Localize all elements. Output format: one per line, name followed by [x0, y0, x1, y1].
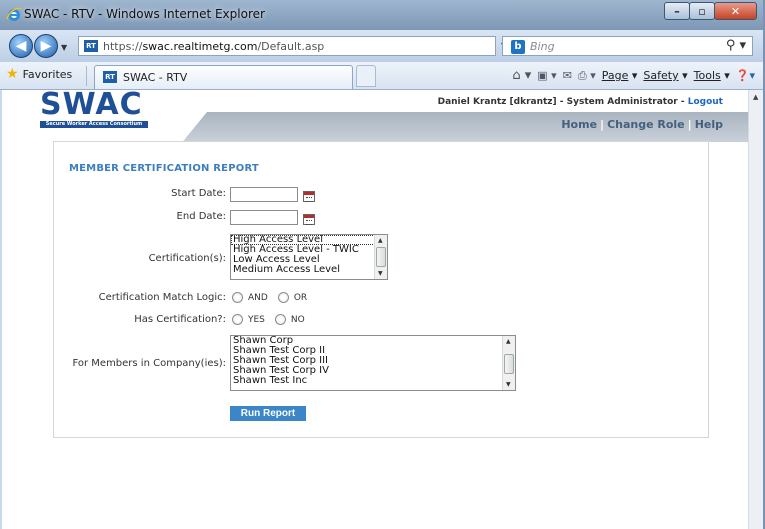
url-text: https://swac.realtimetg.com/Default.asp [103, 40, 325, 53]
start-date-calendar-icon[interactable] [303, 191, 315, 202]
certifications-listbox[interactable]: High Access Level High Access Level - TW… [230, 234, 388, 280]
end-date-label: End Date: [176, 211, 226, 222]
site-favicon-icon: RT [84, 40, 98, 52]
back-button[interactable]: ◀ [9, 34, 33, 58]
logo-tagline: Secure Worker Access Consortium [40, 121, 148, 128]
tab-label: SWAC - RTV [123, 71, 188, 84]
home-icon[interactable]: ⌂ ▾ [512, 68, 531, 83]
scroll-up-icon[interactable]: ▲ [753, 93, 758, 101]
command-bar: ⌂ ▾ ▣ ▾ ✉ ⎙ ▾ Page ▾ Safety ▾ Tools ▾ ❓▾ [512, 68, 755, 83]
search-input[interactable]: b Bing ⚲ ▾ [502, 36, 753, 56]
site-header: SWAC Secure Worker Access Consortium Dan… [2, 90, 748, 142]
run-report-button[interactable]: Run Report [230, 406, 306, 421]
page-menu[interactable]: Page ▾ [602, 69, 638, 82]
or-radio-label[interactable]: OR [294, 293, 307, 303]
report-panel: MEMBER CERTIFICATION REPORT Start Date: … [53, 141, 709, 438]
yes-radio[interactable] [232, 314, 243, 325]
start-date-field[interactable] [230, 187, 298, 202]
no-radio-label[interactable]: NO [291, 315, 305, 325]
favorites-label: Favorites [22, 67, 73, 81]
forward-arrow-icon: ▶ [40, 38, 52, 54]
match-logic-group: AND OR [232, 292, 317, 303]
forward-button[interactable]: ▶ [34, 34, 58, 58]
safety-menu[interactable]: Safety ▾ [643, 69, 687, 82]
print-icon[interactable]: ⎙ ▾ [578, 69, 596, 83]
logo-text: SWAC [40, 90, 143, 122]
logout-link[interactable]: Logout [688, 97, 723, 107]
top-nav: Home | Change Role | Help [561, 118, 723, 131]
page-scrollbar[interactable]: ▲ [748, 90, 763, 529]
ie-logo-icon [6, 7, 22, 21]
close-button[interactable]: ✕ [714, 2, 757, 20]
back-arrow-icon: ◀ [15, 38, 27, 54]
page-viewport: SWAC Secure Worker Access Consortium Dan… [2, 90, 748, 529]
user-info-text: Daniel Krantz [dkrantz] - System Adminis… [437, 97, 688, 107]
recent-pages-dropdown[interactable]: ▼ [61, 43, 67, 52]
help-icon[interactable]: ❓▾ [736, 69, 755, 82]
browser-window: SWAC - RTV - Windows Internet Explorer –… [0, 0, 765, 529]
list-item[interactable]: Shawn Test Inc [231, 376, 515, 386]
favorites-button[interactable]: ★ Favorites [6, 67, 72, 81]
user-info: Daniel Krantz [dkrantz] - System Adminis… [438, 97, 723, 107]
start-date-label: Start Date: [171, 188, 226, 199]
companies-scrollbar[interactable]: ▲ ▼ [502, 336, 515, 390]
minimize-button[interactable]: – [664, 2, 690, 20]
scroll-up-icon[interactable]: ▲ [506, 338, 511, 345]
new-tab-button[interactable] [356, 65, 376, 87]
list-item[interactable]: Medium Access Level [231, 265, 387, 275]
tab-favicon-icon: RT [103, 71, 117, 83]
no-radio[interactable] [274, 314, 286, 325]
end-date-field[interactable] [230, 210, 298, 225]
search-placeholder: Bing [530, 40, 555, 53]
nav-home-link[interactable]: Home [561, 118, 597, 131]
nav-help-link[interactable]: Help [695, 118, 723, 131]
window-title: SWAC - RTV - Windows Internet Explorer [24, 7, 265, 21]
browser-tab[interactable]: RT SWAC - RTV [94, 65, 353, 89]
companies-label: For Members in Company(ies): [72, 358, 226, 369]
address-bar: ◀ ▶ ▼ RT https://swac.realtimetg.com/Def… [0, 30, 765, 62]
yes-radio-label[interactable]: YES [248, 315, 265, 325]
or-radio[interactable] [277, 292, 289, 303]
has-certification-group: YES NO [232, 314, 315, 325]
tools-menu[interactable]: Tools ▾ [694, 69, 730, 82]
mail-icon[interactable]: ✉ [563, 69, 572, 82]
maximize-button[interactable]: ▫ [689, 2, 715, 20]
report-title: MEMBER CERTIFICATION REPORT [69, 163, 259, 174]
scroll-down-icon[interactable]: ▼ [378, 270, 383, 277]
match-logic-label: Certification Match Logic: [98, 292, 226, 303]
nav-change-role-link[interactable]: Change Role [607, 118, 685, 131]
feeds-icon[interactable]: ▣ ▾ [537, 69, 556, 82]
and-radio[interactable] [232, 292, 243, 303]
favorites-bar: ★ Favorites RT SWAC - RTV ⌂ ▾ ▣ ▾ ✉ ⎙ ▾ … [0, 62, 765, 90]
certifications-scrollbar[interactable]: ▲ ▼ [374, 235, 387, 279]
bing-icon: b [511, 40, 525, 54]
has-certification-label: Has Certification?: [134, 314, 226, 325]
title-bar: SWAC - RTV - Windows Internet Explorer –… [0, 0, 765, 30]
end-date-calendar-icon[interactable] [303, 214, 315, 225]
scroll-down-icon[interactable]: ▼ [506, 381, 511, 388]
scroll-up-icon[interactable]: ▲ [378, 237, 383, 244]
companies-listbox[interactable]: Shawn Corp Shawn Test Corp II Shawn Test… [230, 335, 516, 391]
certifications-label: Certification(s): [148, 253, 226, 264]
search-icon[interactable]: ⚲ ▾ [726, 38, 746, 53]
and-radio-label[interactable]: AND [248, 293, 268, 303]
star-icon: ★ [6, 66, 19, 82]
swac-logo[interactable]: SWAC Secure Worker Access Consortium [40, 90, 148, 128]
url-field[interactable]: RT https://swac.realtimetg.com/Default.a… [78, 36, 570, 56]
